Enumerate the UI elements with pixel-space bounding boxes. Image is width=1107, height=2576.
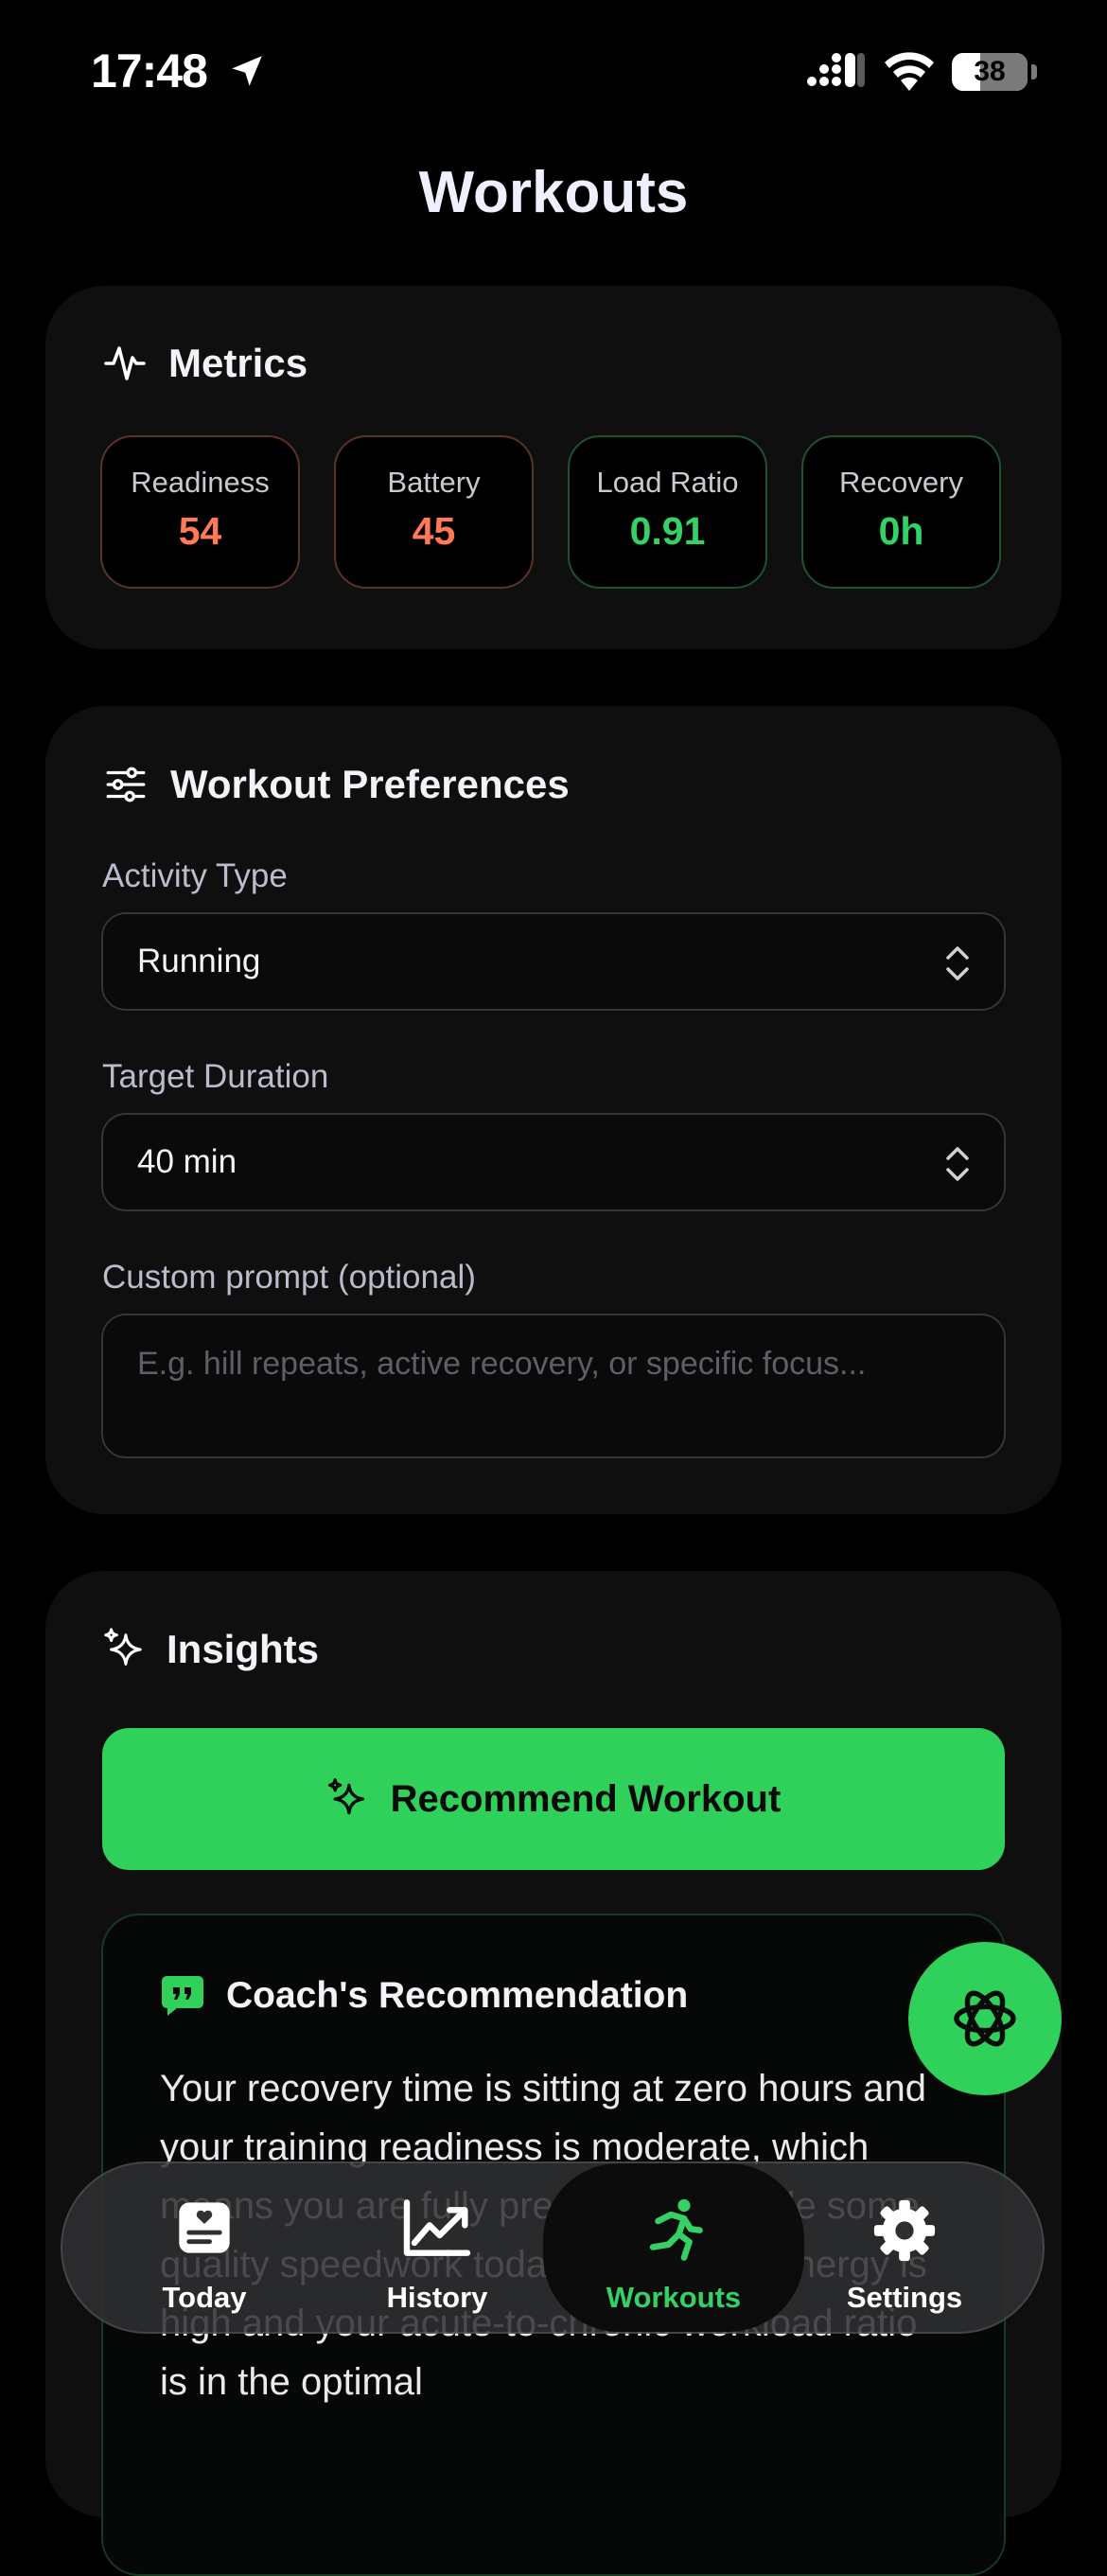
metric-load-ratio: Load Ratio 0.91 (568, 435, 767, 589)
ai-knot-icon (954, 1990, 1016, 2047)
metrics-card: Metrics Readiness 54 Battery 45 Load Rat… (45, 286, 1062, 649)
chevron-up-down-icon (946, 1147, 969, 1181)
running-figure-icon (649, 2198, 703, 2261)
insights-title: Insights (167, 1627, 320, 1671)
chevron-up-down-icon (946, 946, 969, 980)
metric-label: Readiness (131, 466, 270, 499)
tab-settings-label: Settings (846, 2281, 963, 2314)
tab-history[interactable]: History (324, 2163, 551, 2332)
tab-today[interactable]: Today (91, 2163, 318, 2332)
activity-type-label: Activity Type (102, 857, 288, 894)
metric-label: Recovery (839, 466, 963, 499)
recommend-workout-label: Recommend Workout (390, 1777, 782, 1820)
status-bar: 17:48 38 (0, 0, 1107, 142)
quote-bubble-icon (162, 1976, 203, 2016)
target-duration-value: 40 min (137, 1143, 237, 1180)
preferences-header: Workout Preferences (102, 761, 570, 808)
metric-value: 45 (412, 509, 456, 553)
pulse-icon (104, 346, 146, 380)
sparkles-icon (104, 1628, 142, 1666)
preferences-title: Workout Preferences (170, 762, 570, 806)
gear-icon (873, 2199, 936, 2262)
metric-value: 0.91 (629, 509, 706, 553)
activity-type-select[interactable]: Running (101, 912, 1006, 1011)
wifi-icon (885, 52, 934, 91)
sparkles-icon (327, 1778, 364, 1815)
battery-percent: 38 (974, 56, 1006, 87)
ai-assistant-button[interactable] (908, 1942, 1062, 2095)
metric-label: Load Ratio (596, 466, 739, 499)
target-duration-select[interactable]: 40 min (101, 1113, 1006, 1211)
metric-label: Battery (387, 466, 481, 499)
metric-recovery: Recovery 0h (801, 435, 1001, 589)
today-card-icon (179, 2202, 230, 2253)
tab-settings[interactable]: Settings (791, 2163, 1018, 2332)
location-arrow-icon (232, 56, 262, 86)
page-title: Workouts (418, 160, 689, 225)
coach-recommendation-title: Coach's Recommendation (226, 1975, 689, 2016)
sliders-icon (106, 767, 146, 803)
preferences-card: Workout Preferences Activity Type Runnin… (45, 706, 1062, 1514)
recommend-workout-button[interactable]: Recommend Workout (102, 1728, 1005, 1870)
tab-workouts[interactable]: Workouts (543, 2163, 804, 2332)
activity-type-value: Running (137, 943, 261, 979)
tab-bar: Today History Workouts Settings (61, 2161, 1045, 2334)
tab-today-label: Today (162, 2281, 247, 2314)
custom-prompt-input[interactable]: E.g. hill repeats, active recovery, or s… (101, 1314, 1006, 1458)
insights-card: Insights Recommend Workout Coach's Recom… (45, 1571, 1062, 2576)
tab-workouts-label: Workouts (606, 2281, 742, 2314)
insights-header: Insights (102, 1626, 319, 1673)
metrics-row: Readiness 54 Battery 45 Load Ratio 0.91 … (100, 435, 1001, 589)
metric-value: 54 (178, 509, 222, 553)
metric-battery: Battery 45 (334, 435, 534, 589)
target-duration-label: Target Duration (102, 1058, 329, 1095)
coach-recommendation-header: Coach's Recommendation (160, 1974, 688, 2018)
battery-indicator: 38 (952, 53, 1037, 91)
metrics-header: Metrics (102, 341, 308, 386)
cellular-signal-icon (807, 53, 865, 87)
status-time: 17:48 (91, 44, 208, 97)
tab-history-label: History (386, 2281, 488, 2314)
metric-value: 0h (878, 509, 924, 553)
custom-prompt-placeholder: E.g. hill repeats, active recovery, or s… (137, 1346, 867, 1382)
chart-trend-icon (403, 2199, 471, 2256)
metric-readiness: Readiness 54 (100, 435, 300, 589)
metrics-title: Metrics (168, 341, 308, 385)
custom-prompt-label: Custom prompt (optional) (102, 1259, 476, 1296)
